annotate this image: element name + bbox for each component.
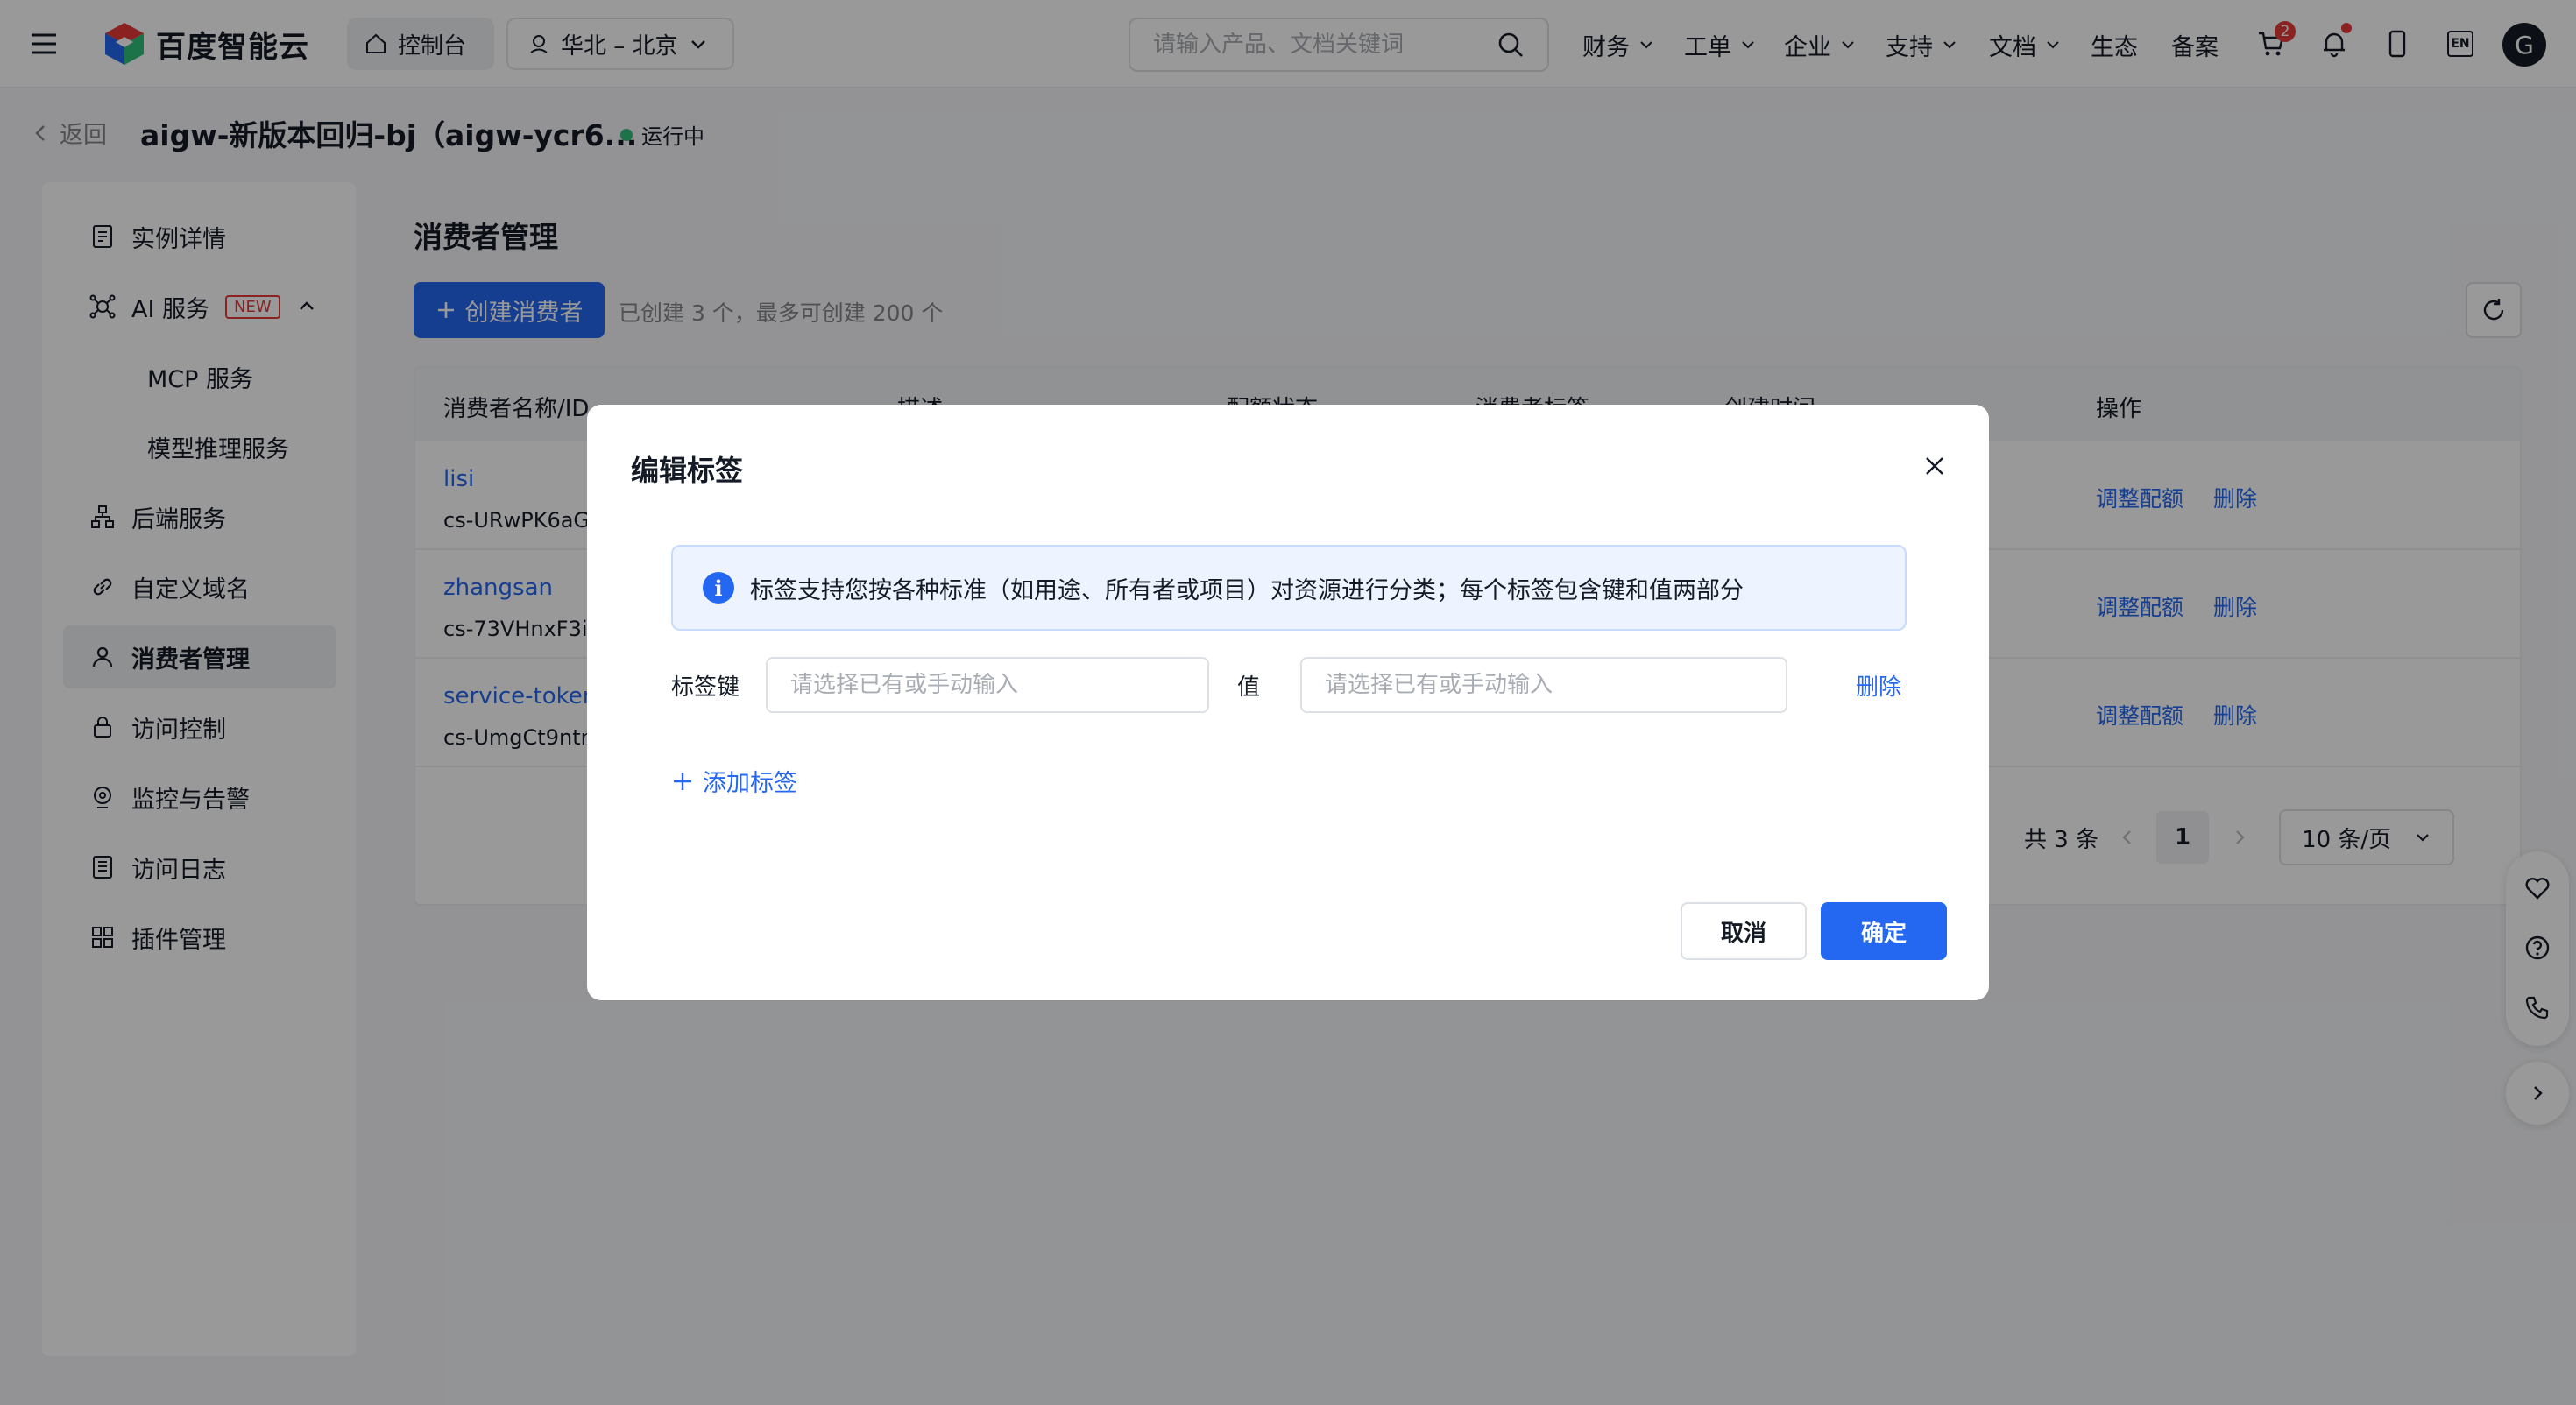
- tag-value-input[interactable]: [1300, 657, 1787, 713]
- add-tag-button[interactable]: 添加标签: [671, 764, 797, 798]
- dialog-title: 编辑标签: [631, 454, 744, 487]
- add-tag-label: 添加标签: [703, 770, 797, 797]
- plus-icon: [674, 772, 691, 790]
- tag-key-input[interactable]: [766, 657, 1209, 713]
- tag-key-label: 标签键: [671, 674, 740, 701]
- cancel-button[interactable]: 取消: [1681, 902, 1807, 960]
- info-banner: i 标签支持您按各种标准（如用途、所有者或项目）对资源进行分类；每个标签包含键和…: [671, 545, 1907, 631]
- edit-tag-dialog: 编辑标签 i 标签支持您按各种标准（如用途、所有者或项目）对资源进行分类；每个标…: [587, 405, 1989, 1000]
- info-icon: i: [703, 572, 734, 604]
- close-icon[interactable]: [1922, 454, 1947, 478]
- info-text: 标签支持您按各种标准（如用途、所有者或项目）对资源进行分类；每个标签包含键和值两…: [750, 576, 1744, 604]
- confirm-button[interactable]: 确定: [1821, 902, 1947, 960]
- tag-value-label: 值: [1237, 674, 1261, 701]
- delete-tag-link[interactable]: 删除: [1856, 669, 1901, 702]
